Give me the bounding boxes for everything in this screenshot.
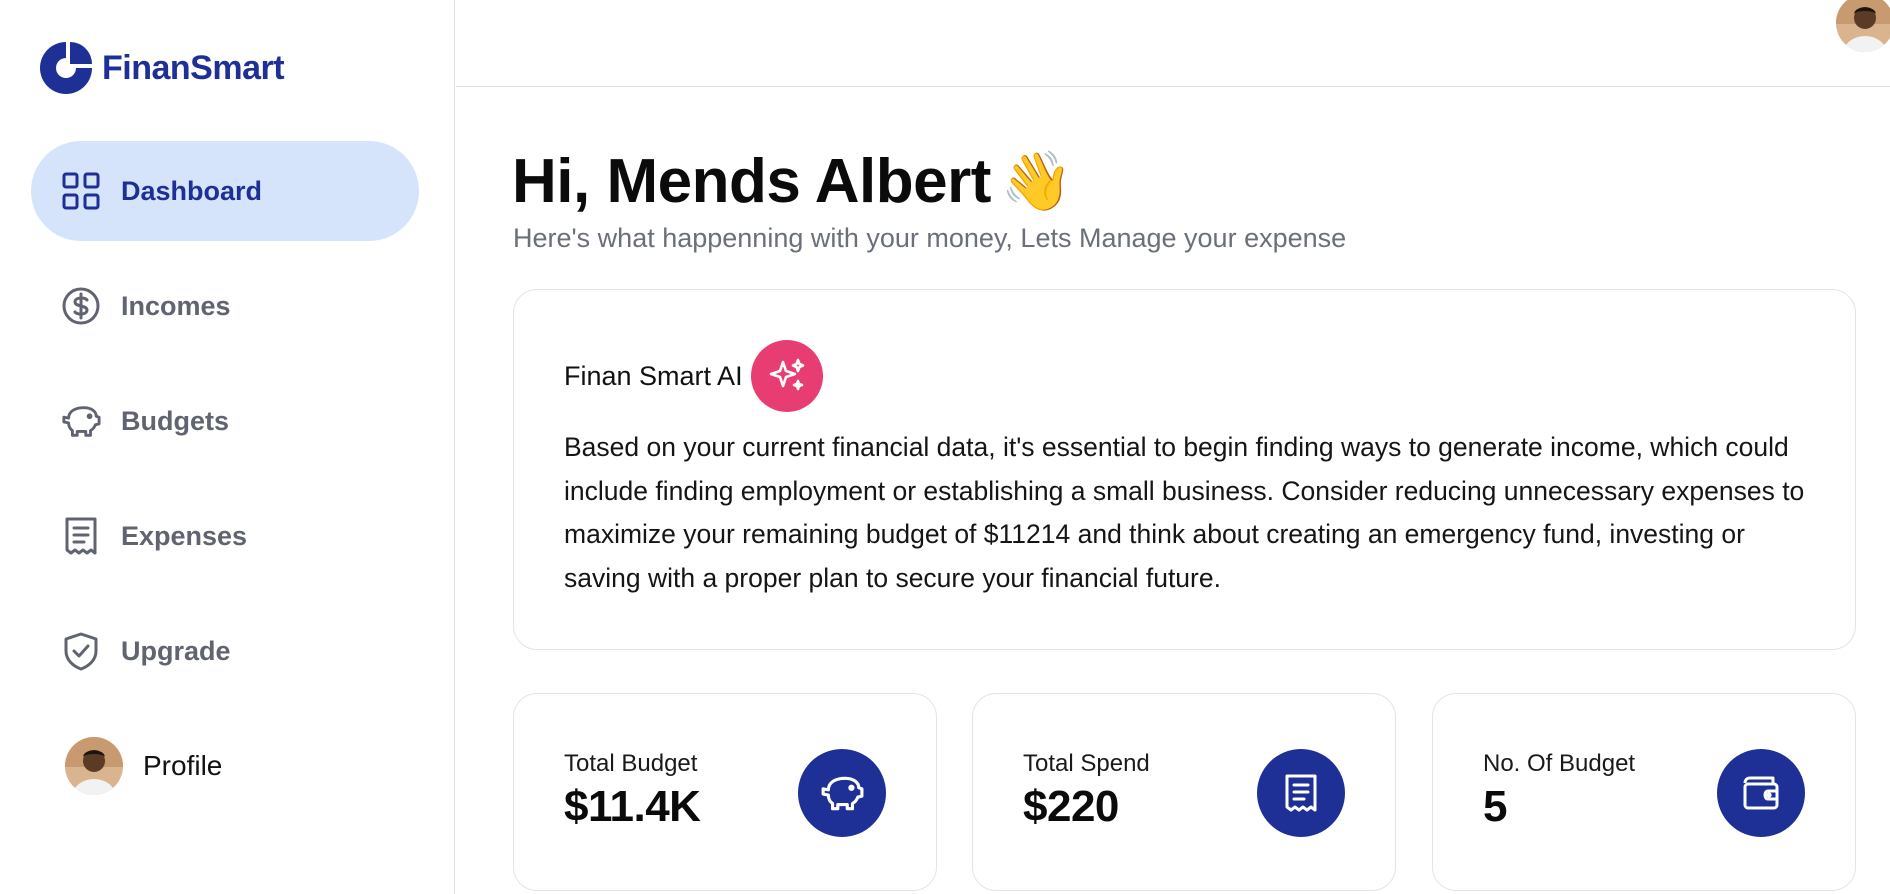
stat-card-budget-count: No. Of Budget 5 <box>1432 693 1856 891</box>
piggy-bank-icon <box>798 749 886 837</box>
sidebar-item-label: Incomes <box>121 290 231 321</box>
stat-card-total-spend: Total Spend $220 <box>972 693 1396 891</box>
piggy-bank-icon <box>61 401 101 441</box>
sidebar-item-label: Budgets <box>121 405 229 436</box>
sidebar-item-dashboard[interactable]: Dashboard <box>31 141 419 241</box>
wallet-icon <box>1717 749 1805 837</box>
sidebar-item-label: Dashboard <box>121 175 263 206</box>
receipt-icon <box>1257 749 1345 837</box>
page-subtitle: Here's what happenning with your money, … <box>513 223 1347 253</box>
app-logo[interactable]: FinanSmart <box>36 38 285 98</box>
sidebar-item-incomes[interactable]: Incomes <box>31 256 419 356</box>
stat-value: $220 <box>1023 782 1119 831</box>
greeting-text: Hi, Mends Albert <box>512 147 991 216</box>
sidebar-item-profile[interactable]: Profile <box>31 716 419 816</box>
sparkles-icon <box>750 340 823 412</box>
stat-label: Total Budget <box>564 750 698 777</box>
user-avatar[interactable] <box>1836 0 1890 52</box>
waving-hand-icon: 👋 <box>1000 148 1073 214</box>
dollar-circle-icon <box>61 286 101 326</box>
grid-icon <box>61 171 101 211</box>
ai-insight-card: Finan Smart AI Based on your current fin… <box>513 289 1856 650</box>
app-name: FinanSmart <box>102 48 285 87</box>
top-header <box>456 0 1890 87</box>
stat-value: 5 <box>1483 782 1507 831</box>
finansmart-logo-icon <box>40 42 92 94</box>
stat-value: $11.4K <box>564 782 701 831</box>
stat-label: Total Spend <box>1023 750 1150 777</box>
avatar <box>65 737 123 795</box>
sidebar-item-label: Upgrade <box>121 635 231 666</box>
sidebar-item-expenses[interactable]: Expenses <box>31 486 419 586</box>
receipt-icon <box>61 516 101 556</box>
sidebar-item-label: Expenses <box>121 520 248 551</box>
stat-label: No. Of Budget <box>1483 750 1636 777</box>
sidebar: FinanSmart Dashboard Incomes Budgets Exp… <box>0 0 455 894</box>
stat-card-total-budget: Total Budget $11.4K <box>513 693 937 891</box>
shield-check-icon <box>61 631 101 671</box>
sidebar-item-upgrade[interactable]: Upgrade <box>31 601 419 701</box>
ai-card-text: Based on your current financial data, it… <box>564 432 1805 593</box>
ai-card-title: Finan Smart AI <box>564 360 743 391</box>
page-title: Hi, Mends Albert 👋 <box>512 146 1073 217</box>
sidebar-item-label: Profile <box>143 750 223 781</box>
sidebar-nav: Dashboard Incomes Budgets Expenses Upgra… <box>31 141 419 831</box>
ai-card-header: Finan Smart AI <box>564 340 823 412</box>
sidebar-item-budgets[interactable]: Budgets <box>31 371 419 471</box>
